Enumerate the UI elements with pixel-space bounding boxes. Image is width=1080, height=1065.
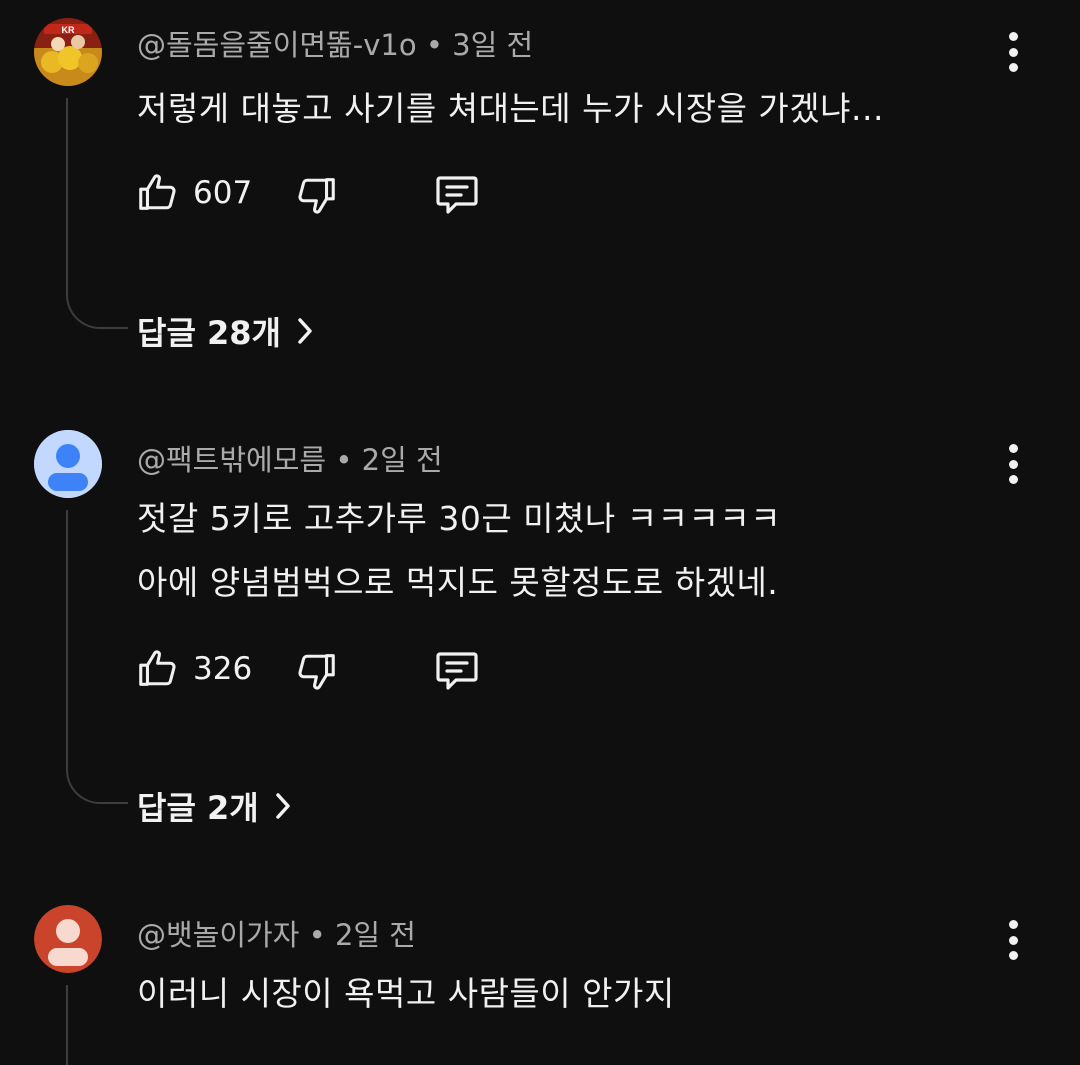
comment-time: 2일 전 [334,918,416,952]
comment-item: @뱃놀이가자 • 2일 전 이러니 시장이 욕먹고 사람들이 안가지 [0,0,1080,1065]
thread-line [66,985,128,1065]
separator-dot: • [308,918,326,952]
author-name[interactable]: @뱃놀이가자 [137,918,299,952]
more-options-button[interactable] [996,918,1030,962]
comment-meta: @뱃놀이가자 • 2일 전 [137,912,416,954]
comment-text: 이러니 시장이 욕먹고 사람들이 안가지 [137,974,675,1013]
avatar[interactable] [34,905,102,973]
